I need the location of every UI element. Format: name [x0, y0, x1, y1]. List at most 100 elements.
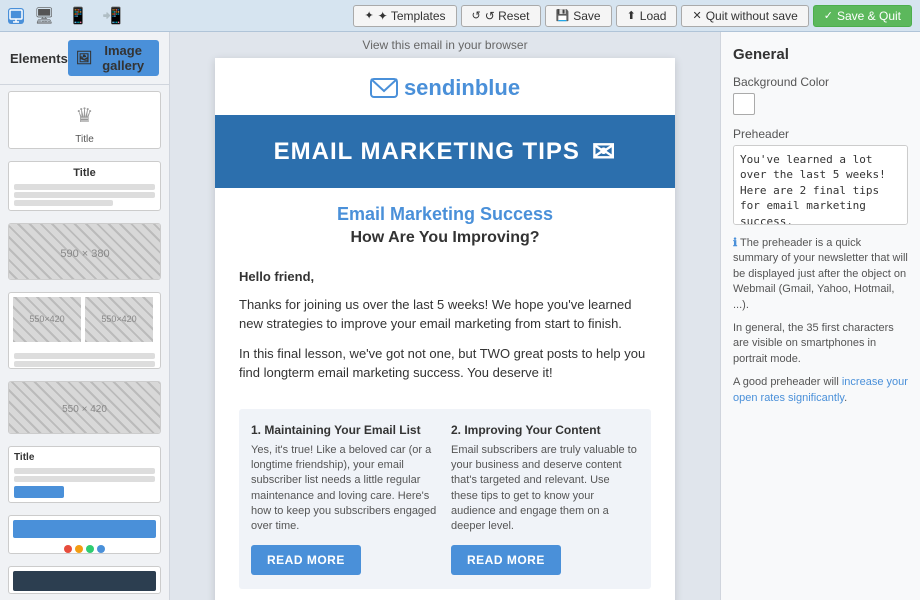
toolbar-right: ✦ ✦ Templates ↺ ↺ Reset 💾 Save ⬆ Load ✕ … [353, 5, 912, 27]
save-quit-icon: ✓ [824, 9, 833, 22]
main-layout: Elements 🖼 Image gallery ♛ Title Title [0, 32, 920, 600]
image-gallery-button[interactable]: 🖼 Image gallery [68, 40, 159, 76]
text-line-1 [14, 184, 155, 190]
save-quit-button[interactable]: ✓ Save & Quit [813, 5, 912, 27]
info-box-3: A good preheader will increase your open… [733, 375, 908, 406]
block-title-text: Title [14, 134, 155, 148]
dot-yellow [75, 545, 83, 553]
greeting-text: Hello friend, [239, 267, 651, 287]
text-only-btn [14, 486, 64, 498]
block-title: Title [14, 167, 155, 182]
bg-color-label: Background Color [733, 75, 908, 89]
sidebar-block-text-only[interactable]: Title [8, 446, 161, 503]
col2-title: 2. Improving Your Content [451, 423, 639, 437]
dot-green [86, 545, 94, 553]
logo-text: sendinblue [404, 75, 520, 101]
load-label: Load [640, 9, 667, 23]
column-2: 2. Improving Your Content Email subscrib… [451, 423, 639, 575]
sidebar: Elements 🖼 Image gallery ♛ Title Title [0, 32, 170, 600]
read-more-label-1: READ MORE [267, 553, 345, 567]
small-image-2: 550×420 [85, 297, 153, 342]
col1-body: Yes, it's true! Like a beloved car (or a… [251, 443, 439, 535]
dot-blue [97, 545, 105, 553]
templates-button[interactable]: ✦ ✦ Templates [353, 5, 456, 27]
text-only-title: Title [14, 452, 155, 466]
reset-button[interactable]: ↺ ↺ Reset [461, 5, 541, 27]
gallery-label: Image gallery [95, 43, 151, 73]
paragraph-2: In this final lesson, we've got not one,… [239, 344, 651, 383]
two-img-text-1 [14, 353, 155, 359]
quit-label: Quit without save [706, 9, 798, 23]
elements-title: Elements [10, 51, 68, 66]
bg-color-swatch[interactable] [733, 93, 755, 115]
large-image-placeholder: 590 × 380 [9, 224, 161, 280]
logo-svg [370, 74, 398, 102]
quit-button[interactable]: ✕ Quit without save [681, 5, 808, 27]
reset-icon: ↺ [472, 9, 481, 22]
dot-red [64, 545, 72, 553]
sidebar-block-footer[interactable] [8, 566, 161, 594]
email-subtitle-block: Email Marketing Success How Are You Impr… [215, 188, 675, 255]
text-only-line-2 [14, 476, 155, 482]
envelope-icon: ✉ [592, 135, 616, 168]
toolbar-left: 🖥 📱 📲 [8, 4, 126, 28]
paragraph-1: Thanks for joining us over the last 5 we… [239, 295, 651, 334]
info-text-3-suffix: . [844, 392, 847, 404]
sidebar-block-tall-img[interactable]: 550 × 420 [8, 381, 161, 434]
preheader-label: Preheader [733, 127, 908, 141]
email-logo: sendinblue [215, 58, 675, 115]
save-button[interactable]: 💾 Save [545, 5, 612, 27]
canvas-area: View this email in your browser sendinbl… [170, 32, 720, 600]
info-icon-1: ℹ [733, 237, 737, 249]
preheader-textarea[interactable]: You've learned a lot over the last 5 wee… [733, 145, 908, 225]
sidebar-block-nav[interactable] [8, 515, 161, 554]
two-col-container: 1. Maintaining Your Email List Yes, it's… [239, 409, 651, 589]
sidebar-header: Elements 🖼 Image gallery [0, 32, 169, 85]
column-1: 1. Maintaining Your Email List Yes, it's… [251, 423, 439, 575]
toolbar: 🖥 📱 📲 ✦ ✦ Templates ↺ ↺ Reset 💾 Save ⬆ L… [0, 0, 920, 32]
block-icon: ♛ [14, 97, 155, 134]
read-more-btn-2[interactable]: READ MORE [451, 545, 561, 575]
sidebar-block-text[interactable]: Title [8, 161, 161, 210]
main-title: Email Marketing Success [235, 204, 655, 225]
small-image-1: 550×420 [13, 297, 81, 342]
canvas-top-bar: View this email in your browser [170, 32, 720, 58]
right-panel: General Background Color Preheader You'v… [720, 32, 920, 600]
info-text-1: The preheader is a quick summary of your… [733, 237, 908, 311]
read-more-btn-1[interactable]: READ MORE [251, 545, 361, 575]
two-img-text-2 [14, 361, 155, 367]
info-box-2: In general, the 35 first characters are … [733, 321, 908, 367]
load-button[interactable]: ⬆ Load [616, 5, 678, 27]
info-text-2: In general, the 35 first characters are … [733, 322, 894, 365]
nav-placeholder [13, 520, 156, 538]
gallery-icon: 🖼 [76, 50, 93, 66]
col2-body: Email subscribers are truly valuable to … [451, 443, 639, 535]
info-text-3-prefix: A good preheader will [733, 376, 842, 388]
tall-image-placeholder: 550 × 420 [9, 382, 160, 434]
header-text: EMAIL MARKETING TIPS [274, 138, 580, 166]
save-label: Save [573, 9, 600, 23]
load-icon: ⬆ [627, 9, 636, 22]
email-canvas: sendinblue EMAIL MARKETING TIPS ✉ Email … [215, 58, 675, 600]
panel-title: General [733, 46, 908, 63]
logo-container: sendinblue [370, 74, 520, 102]
sidebar-block-icon[interactable]: ♛ Title [8, 91, 161, 149]
save-icon: 💾 [556, 9, 570, 22]
email-body: Hello friend, Thanks for joining us over… [215, 255, 675, 409]
footer-placeholder [13, 571, 156, 591]
text-line-3 [14, 200, 113, 206]
reset-label: ↺ Reset [485, 9, 530, 23]
email-header-banner: EMAIL MARKETING TIPS ✉ [215, 115, 675, 188]
two-col-wrapper: 1. Maintaining Your Email List Yes, it's… [215, 409, 675, 600]
quit-icon: ✕ [692, 9, 701, 22]
col1-title: 1. Maintaining Your Email List [251, 423, 439, 437]
save-quit-label: Save & Quit [837, 9, 901, 23]
sidebar-block-large-img[interactable]: 590 × 380 [8, 223, 161, 280]
device-mobile-btn[interactable]: 📲 [98, 4, 126, 28]
text-only-line-1 [14, 468, 155, 474]
device-tablet-btn[interactable]: 📱 [64, 4, 92, 28]
read-more-label-2: READ MORE [467, 553, 545, 567]
device-desktop-btn[interactable]: 🖥 [30, 4, 58, 28]
sidebar-block-two-img[interactable]: 550×420 550×420 [8, 292, 161, 369]
text-line-2 [14, 192, 155, 198]
